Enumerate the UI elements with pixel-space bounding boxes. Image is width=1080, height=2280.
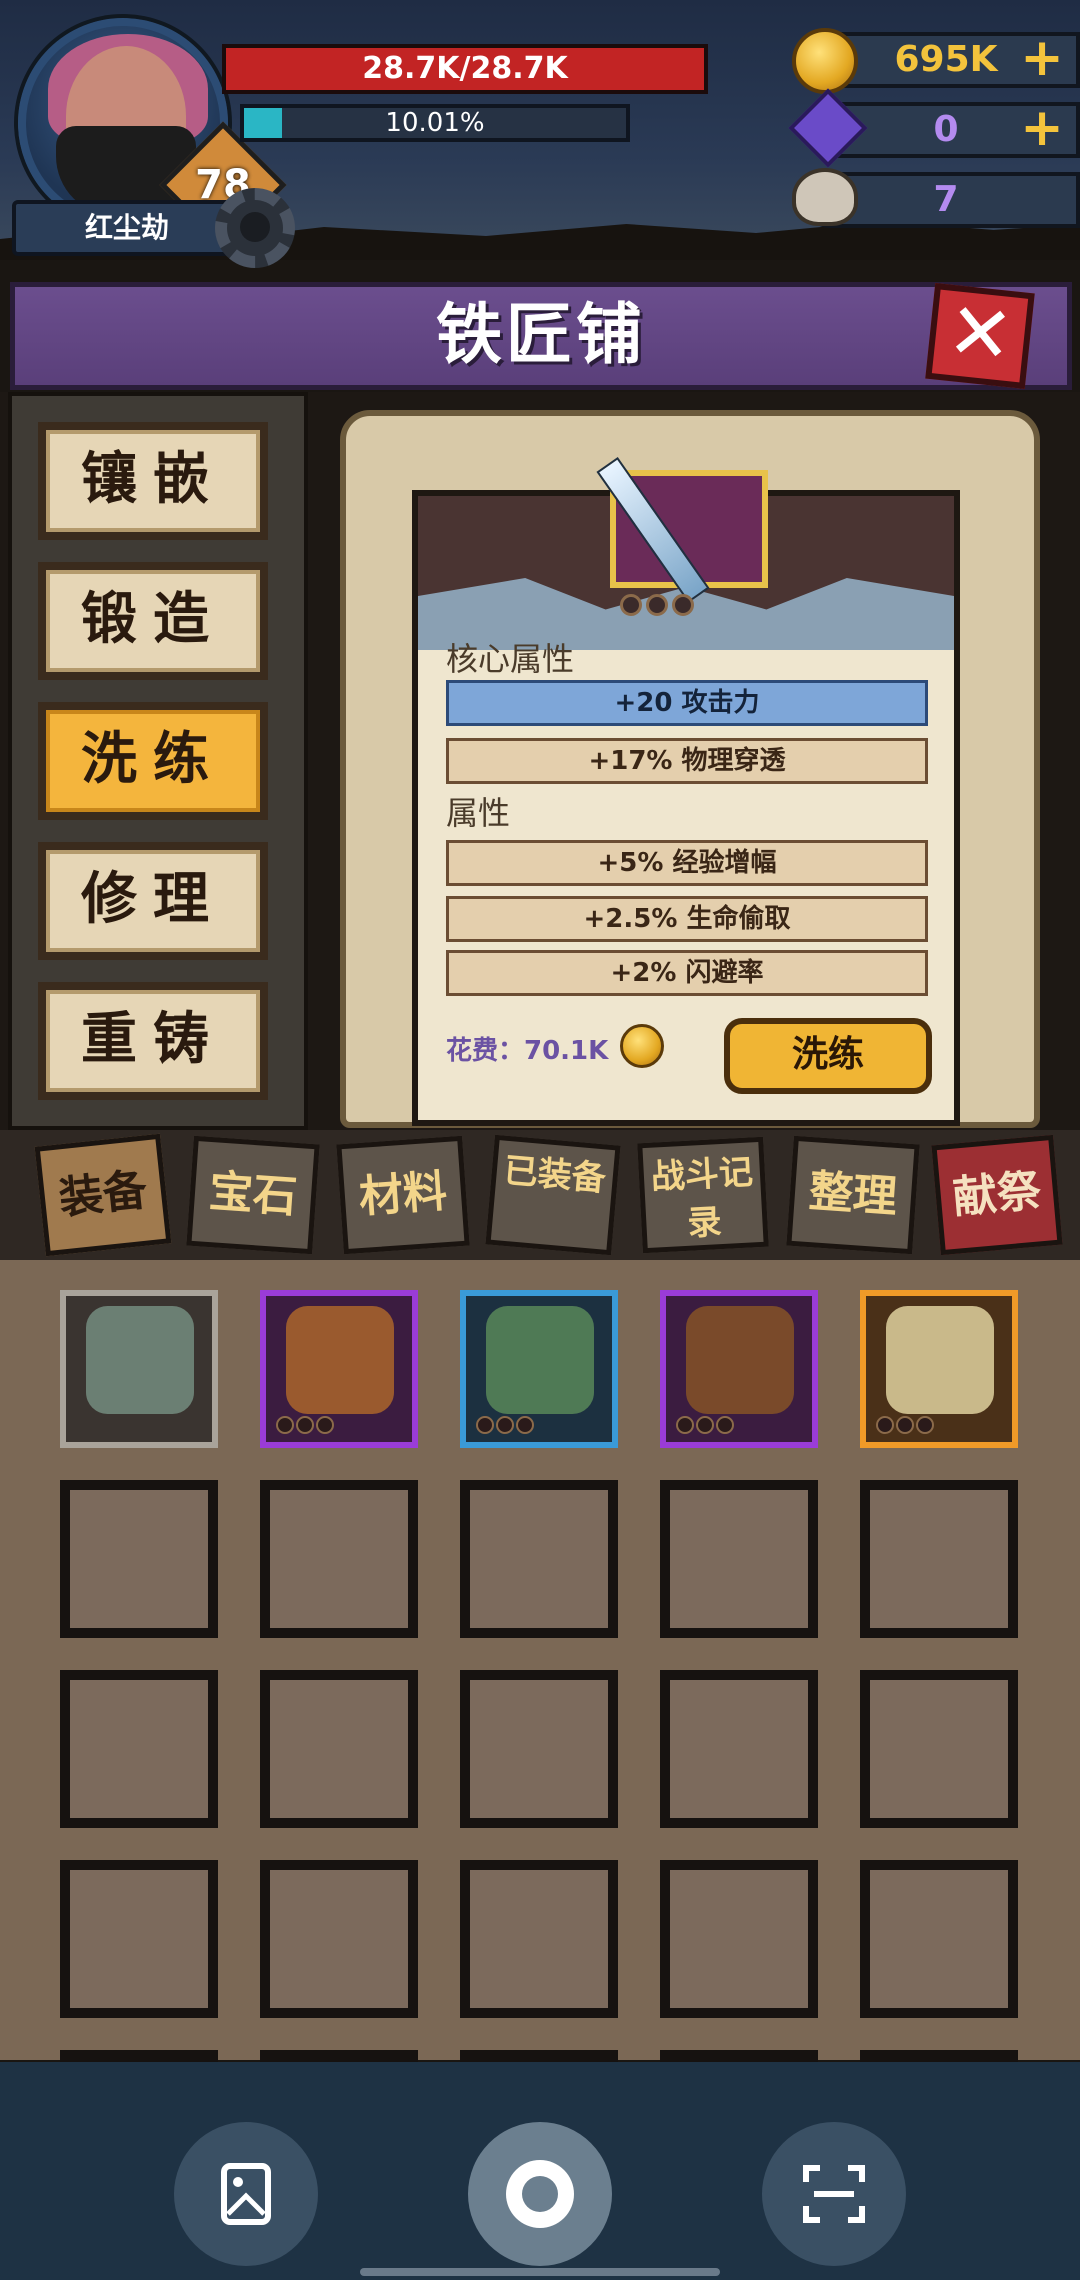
inventory-item[interactable]: [860, 1290, 1018, 1448]
gem-slot: [496, 1416, 514, 1434]
gem-slot: [716, 1416, 734, 1434]
hp-bar: 28.7K/28.7K: [222, 44, 708, 94]
scan-icon: [803, 2165, 865, 2223]
item-gem-slots: [676, 1416, 736, 1434]
skull-value: 7: [933, 179, 959, 220]
tab-sort[interactable]: 整理: [786, 1135, 920, 1255]
empty-inventory-slot[interactable]: [60, 1480, 218, 1638]
tab-equipped[interactable]: 已装备: [485, 1134, 621, 1256]
inventory-item[interactable]: [60, 1290, 218, 1448]
title-banner: 铁匠铺: [10, 282, 1072, 390]
gem-slot: [916, 1416, 934, 1434]
settings-gear-hub: [240, 212, 270, 242]
sidebar-item-repair[interactable]: 修理: [38, 842, 268, 960]
gem-slot: [620, 594, 642, 616]
gem-slot: [646, 594, 668, 616]
sidebar-item-recast[interactable]: 重铸: [38, 982, 268, 1100]
xp-bar-fill: [244, 108, 283, 138]
empty-inventory-slot[interactable]: [460, 1860, 618, 2018]
tab-sacrifice[interactable]: 献祭: [931, 1134, 1063, 1256]
player-name: 红尘劫: [12, 200, 242, 256]
tab-materials[interactable]: 材料: [336, 1135, 470, 1255]
add-crystal-button[interactable]: +: [1018, 102, 1066, 154]
page-title: 铁匠铺: [436, 296, 646, 373]
gem-slot: [672, 594, 694, 616]
gem-slot: [276, 1416, 294, 1434]
core-stats-label: 核心属性: [446, 640, 575, 678]
empty-inventory-slot[interactable]: [260, 1860, 418, 2018]
empty-inventory-slot[interactable]: [660, 1860, 818, 2018]
sidebar-item-inlay[interactable]: 镶嵌: [38, 422, 268, 540]
record-icon: [506, 2160, 574, 2228]
empty-inventory-slot[interactable]: [860, 1670, 1018, 1828]
gold-coin-icon: [792, 28, 858, 94]
add-gold-button[interactable]: +: [1018, 32, 1066, 84]
core-stat-penetration: +17% 物理穿透: [446, 738, 928, 784]
ram-skull-icon: [792, 168, 858, 226]
pants-icon: [86, 1306, 194, 1414]
item-gem-slots: [876, 1416, 936, 1434]
empty-inventory-slot[interactable]: [660, 1670, 818, 1828]
inventory-item[interactable]: [660, 1290, 818, 1448]
home-indicator[interactable]: [360, 2268, 720, 2276]
close-button[interactable]: ✕: [925, 283, 1035, 389]
item-gem-slots: [276, 1416, 336, 1434]
attr-stat-exp: +5% 经验增幅: [446, 840, 928, 886]
item-gem-slots: [476, 1416, 536, 1434]
empty-inventory-slot[interactable]: [260, 1480, 418, 1638]
crystal-value: 0: [933, 109, 959, 150]
sword-icon: [886, 1306, 994, 1414]
boots-icon: [486, 1306, 594, 1414]
refine-button[interactable]: 洗练: [724, 1018, 932, 1094]
xp-bar: 10.01%: [240, 104, 630, 142]
xp-text: 10.01%: [385, 108, 485, 138]
refine-cost: 花费：70.1K: [446, 1036, 609, 1066]
empty-inventory-slot[interactable]: [60, 1860, 218, 2018]
record-button[interactable]: [468, 2122, 612, 2266]
gem-slot: [476, 1416, 494, 1434]
inventory-item[interactable]: [460, 1290, 618, 1448]
gem-slot: [696, 1416, 714, 1434]
empty-inventory-slot[interactable]: [860, 1860, 1018, 2018]
empty-inventory-slot[interactable]: [460, 1670, 618, 1828]
gold-value: 695K: [894, 39, 998, 80]
gem-slot: [296, 1416, 314, 1434]
tab-gems[interactable]: 宝石: [186, 1135, 320, 1255]
empty-inventory-slot[interactable]: [460, 1480, 618, 1638]
empty-inventory-slot[interactable]: [860, 1480, 1018, 1638]
gallery-button[interactable]: [174, 2122, 318, 2266]
attr-stat-dodge: +2% 闪避率: [446, 950, 928, 996]
gem-slot: [896, 1416, 914, 1434]
core-stat-attack: +20 攻击力: [446, 680, 928, 726]
gem-slot: [676, 1416, 694, 1434]
helmet-icon: [286, 1306, 394, 1414]
sidebar-item-forge[interactable]: 锻造: [38, 562, 268, 680]
tab-equipment[interactable]: 装备: [34, 1133, 172, 1257]
inventory-item[interactable]: [260, 1290, 418, 1448]
attr-stats-label: 属性: [446, 794, 511, 832]
gem-slot: [876, 1416, 894, 1434]
gem-slot: [316, 1416, 334, 1434]
item-gem-slots: [620, 594, 710, 616]
gem-slot: [516, 1416, 534, 1434]
belt-icon: [686, 1306, 794, 1414]
sidebar-item-refine[interactable]: 洗练: [38, 702, 268, 820]
attr-stat-lifesteal: +2.5% 生命偷取: [446, 896, 928, 942]
tab-battle-log[interactable]: 战斗记录: [637, 1136, 769, 1254]
gallery-icon: [221, 2163, 271, 2225]
scan-button[interactable]: [762, 2122, 906, 2266]
empty-inventory-slot[interactable]: [60, 1670, 218, 1828]
empty-inventory-slot[interactable]: [260, 1670, 418, 1828]
gold-coin-icon: [620, 1024, 664, 1068]
empty-inventory-slot[interactable]: [660, 1480, 818, 1638]
